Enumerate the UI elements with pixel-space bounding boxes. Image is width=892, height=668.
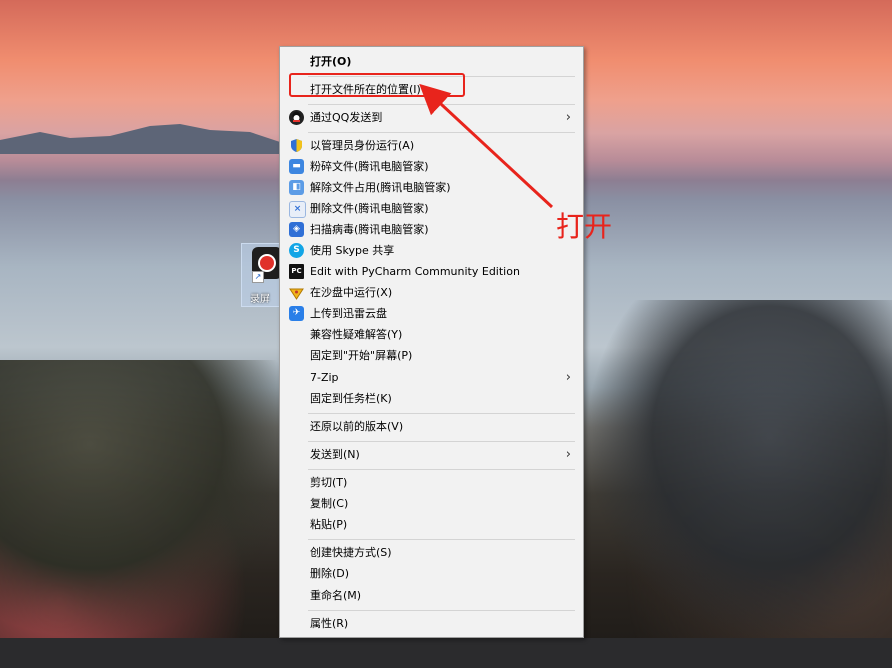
annotation-text: 打开	[556, 210, 613, 243]
annotation-arrow	[419, 83, 554, 209]
